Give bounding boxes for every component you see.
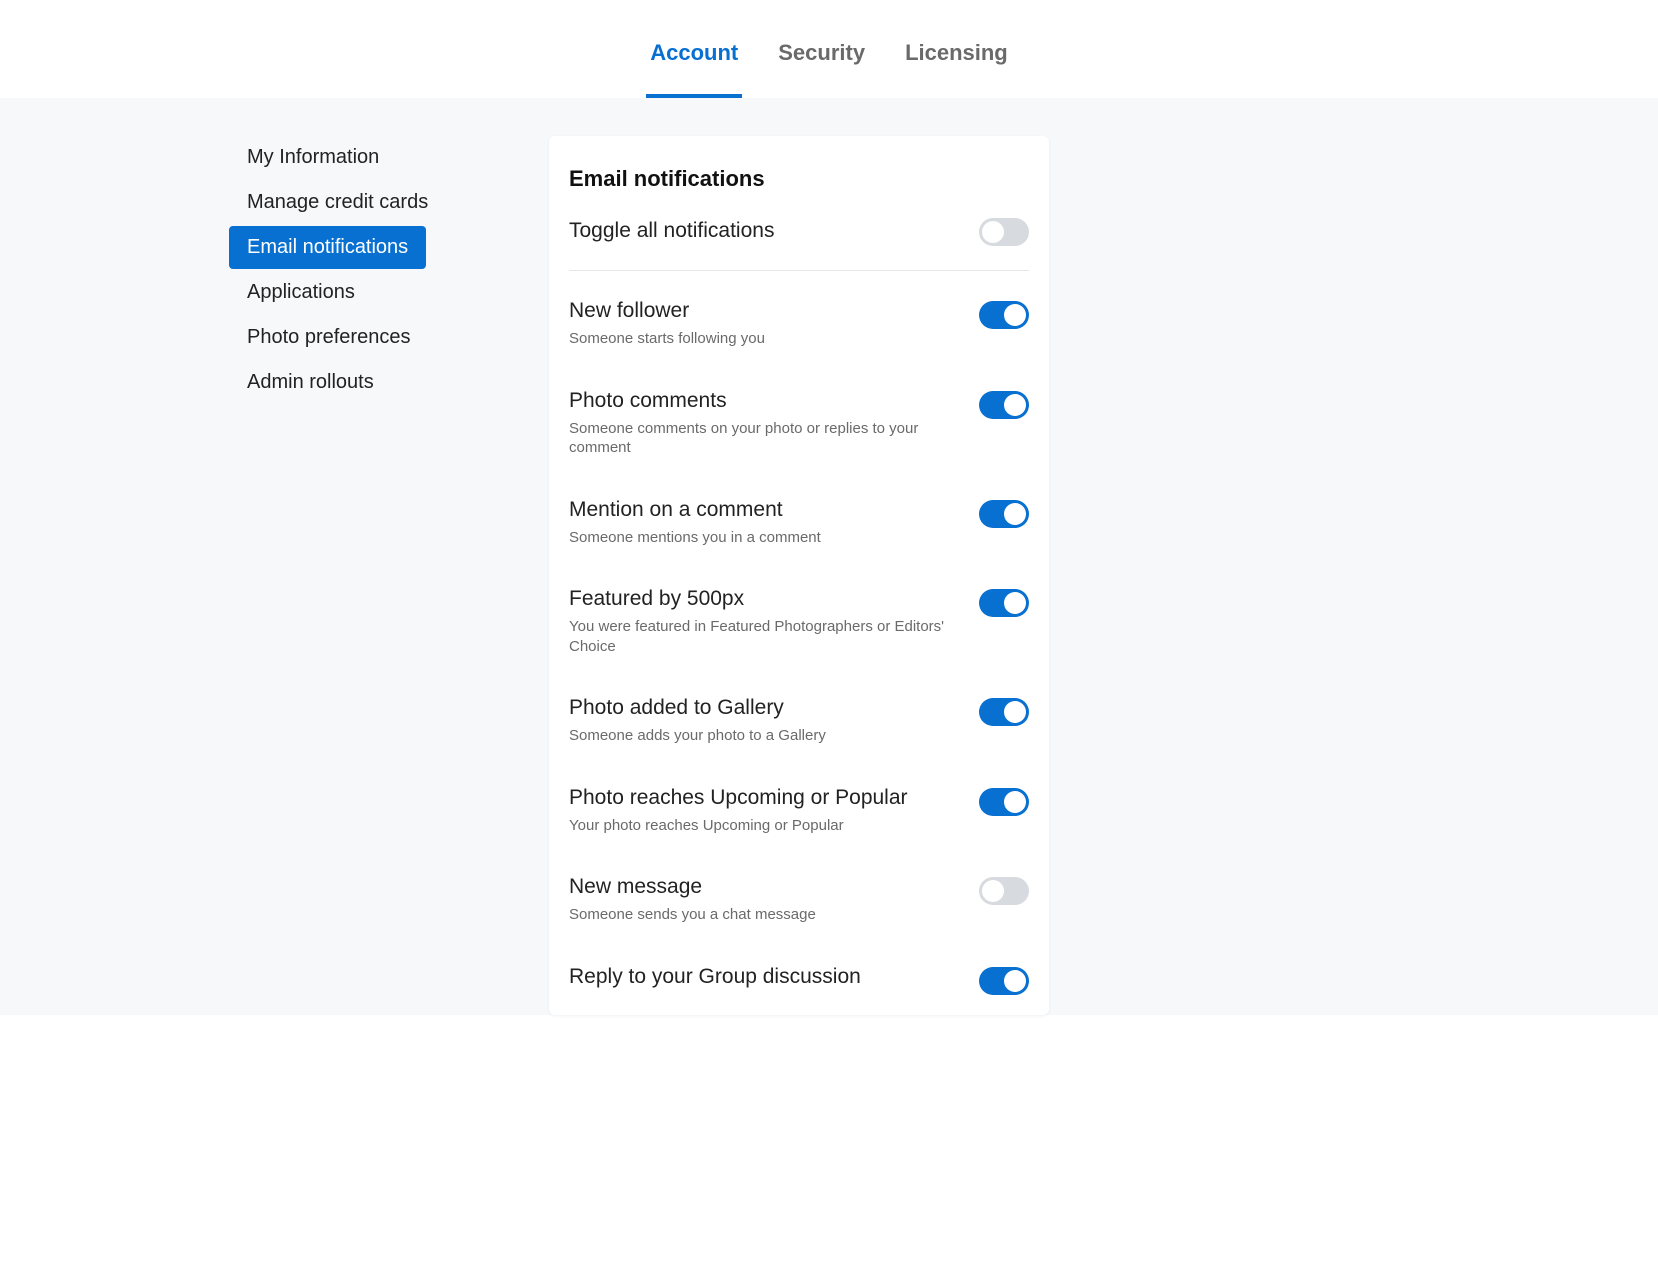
notif-row-added-gallery: Photo added to Gallery Someone adds your… bbox=[569, 676, 1029, 766]
toggle-new-follower[interactable] bbox=[979, 301, 1029, 329]
notif-row-mention-comment: Mention on a comment Someone mentions yo… bbox=[569, 478, 1029, 568]
tab-licensing[interactable]: Licensing bbox=[901, 40, 1012, 98]
sidebar-item-applications[interactable]: Applications bbox=[229, 271, 373, 314]
toggle-new-message[interactable] bbox=[979, 877, 1029, 905]
notif-desc: Someone starts following you bbox=[569, 329, 963, 349]
tab-account[interactable]: Account bbox=[646, 40, 742, 98]
notif-title: Reply to your Group discussion bbox=[569, 965, 963, 989]
notif-row-new-message: New message Someone sends you a chat mes… bbox=[569, 855, 1029, 945]
sidebar-list: My Information Manage credit cards Email… bbox=[229, 136, 509, 406]
sidebar-item-email-notifications[interactable]: Email notifications bbox=[229, 226, 426, 269]
notif-title: New follower bbox=[569, 299, 963, 323]
notif-desc: Someone comments on your photo or replie… bbox=[569, 419, 963, 458]
toggle-all-label: Toggle all notifications bbox=[569, 219, 774, 243]
notif-title: Photo added to Gallery bbox=[569, 696, 963, 720]
notif-title: Photo comments bbox=[569, 389, 963, 413]
notif-row-upcoming-popular: Photo reaches Upcoming or Popular Your p… bbox=[569, 766, 1029, 856]
toggle-featured[interactable] bbox=[979, 589, 1029, 617]
toggle-all-row: Toggle all notifications bbox=[569, 216, 1029, 271]
notif-title: New message bbox=[569, 875, 963, 899]
sidebar-item-my-information[interactable]: My Information bbox=[229, 136, 397, 179]
notif-desc: You were featured in Featured Photograph… bbox=[569, 617, 963, 656]
notif-row-new-follower: New follower Someone starts following yo… bbox=[569, 279, 1029, 369]
notif-row-featured: Featured by 500px You were featured in F… bbox=[569, 567, 1029, 676]
notif-desc: Your photo reaches Upcoming or Popular bbox=[569, 816, 963, 836]
toggle-added-gallery[interactable] bbox=[979, 698, 1029, 726]
notif-title: Mention on a comment bbox=[569, 498, 963, 522]
notif-title: Photo reaches Upcoming or Popular bbox=[569, 786, 963, 810]
sidebar-item-photo-preferences[interactable]: Photo preferences bbox=[229, 316, 428, 359]
panel-title: Email notifications bbox=[569, 166, 1029, 192]
notif-title: Featured by 500px bbox=[569, 587, 963, 611]
notif-row-photo-comments: Photo comments Someone comments on your … bbox=[569, 369, 1029, 478]
page-body: My Information Manage credit cards Email… bbox=[0, 98, 1658, 1015]
tab-security[interactable]: Security bbox=[774, 40, 869, 98]
sidebar-item-admin-rollouts[interactable]: Admin rollouts bbox=[229, 361, 392, 404]
notif-row-reply-group: Reply to your Group discussion bbox=[569, 945, 1029, 995]
content-wrap: My Information Manage credit cards Email… bbox=[229, 136, 1429, 1015]
sidebar: My Information Manage credit cards Email… bbox=[229, 136, 509, 1015]
notif-desc: Someone sends you a chat message bbox=[569, 905, 963, 925]
toggle-reply-group[interactable] bbox=[979, 967, 1029, 995]
notifications-panel: Email notifications Toggle all notificat… bbox=[549, 136, 1049, 1015]
toggle-all-switch[interactable] bbox=[979, 218, 1029, 246]
toggle-photo-comments[interactable] bbox=[979, 391, 1029, 419]
toggle-mention-comment[interactable] bbox=[979, 500, 1029, 528]
top-tabs: Account Security Licensing bbox=[0, 0, 1658, 98]
toggle-upcoming-popular[interactable] bbox=[979, 788, 1029, 816]
notif-desc: Someone adds your photo to a Gallery bbox=[569, 726, 963, 746]
sidebar-item-manage-credit-cards[interactable]: Manage credit cards bbox=[229, 181, 446, 224]
notif-desc: Someone mentions you in a comment bbox=[569, 528, 963, 548]
